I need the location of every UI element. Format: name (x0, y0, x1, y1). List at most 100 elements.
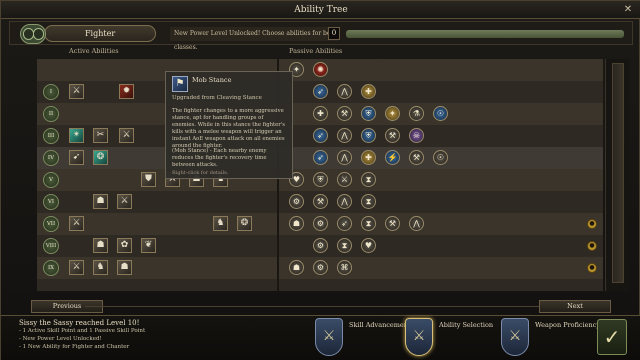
tier-badge: I (43, 84, 59, 100)
tier-row: VIII ☗ ✿ ❦ ⚙ ⧗ ♥ ● (37, 235, 603, 257)
ability-node-icon[interactable]: ⛨ (361, 128, 376, 143)
ability-node-icon[interactable]: ⚔ (117, 194, 132, 209)
ability-node-icon[interactable]: ⚔ (69, 260, 84, 275)
ability-node-icon[interactable]: ⚔ (337, 172, 352, 187)
second-class-bar[interactable] (346, 30, 624, 38)
ability-node-icon[interactable]: ⧗ (361, 216, 376, 231)
ability-node-icon[interactable]: ❦ (141, 238, 156, 253)
level-up-line: - 1 New Ability for Fighter and Chanter (19, 344, 130, 350)
ability-tree-window: Ability Tree ✕ Fighter New Power Level U… (0, 0, 640, 360)
tier-badge: II (43, 106, 59, 122)
ability-node-icon[interactable]: ✂ (93, 128, 108, 143)
ability-node-icon[interactable]: ⚒ (385, 216, 400, 231)
step-skill-advancement[interactable]: ⚔ Skill Advancement (315, 318, 411, 358)
ability-node-icon[interactable]: ⛨ (361, 106, 376, 121)
ability-node-icon[interactable]: ☉ (433, 106, 448, 121)
ability-node-icon[interactable]: ⚔ (69, 216, 84, 231)
level-up-title: Sissy the Sassy reached Level 10! (19, 319, 140, 327)
ability-node-icon[interactable]: ⚙ (313, 260, 328, 275)
ability-node-icon[interactable]: ⛊ (141, 172, 156, 187)
ability-node-icon[interactable]: ⚙ (313, 238, 328, 253)
ability-node-icon[interactable]: ⚡ (385, 150, 400, 165)
ability-node-icon[interactable]: ✴ (69, 128, 84, 143)
next-button[interactable]: Next (539, 300, 611, 313)
ability-node-icon[interactable]: ♞ (213, 216, 228, 231)
ability-node-icon[interactable]: ⚒ (337, 106, 352, 121)
window-title-text: Ability Tree (294, 5, 348, 15)
ability-node-icon[interactable]: ⌘ (337, 260, 352, 275)
ability-node-icon[interactable]: ➹ (69, 150, 84, 165)
close-icon[interactable]: ✕ (621, 3, 635, 17)
ability-node-icon[interactable]: ⋀ (409, 216, 424, 231)
column-headers: Active Abilities Passive Abilities (41, 45, 601, 57)
ability-node-icon[interactable]: ⚒ (409, 150, 424, 165)
ability-node-icon[interactable]: ☗ (93, 238, 108, 253)
ability-node-icon[interactable]: ❂ (237, 216, 252, 231)
tier-row: III ✴ ✂ ⚔ ➶ ⋀ ⛨ ⚒ ☠ (37, 125, 603, 147)
ability-node-icon[interactable]: ⧗ (361, 194, 376, 209)
step-weapon-proficiency[interactable]: ⚔ Weapon Proficiency (501, 318, 600, 358)
scrollbar-thumb[interactable] (612, 63, 624, 283)
ability-node-icon[interactable]: ⚗ (409, 106, 424, 121)
class-tab-label: Fighter (85, 29, 116, 38)
ability-node-icon[interactable]: ⛨ (313, 172, 328, 187)
ability-node-icon[interactable]: ➶ (313, 84, 328, 99)
step-label: Skill Advancement (349, 321, 411, 329)
ability-node-icon[interactable]: ✚ (313, 106, 328, 121)
ability-node-icon[interactable]: ➶ (313, 150, 328, 165)
tooltip-subtitle: Upgraded from Cleaving Stance (172, 95, 262, 101)
tier-row: II ✚ ⚒ ⛨ ✦ ⚗ ☉ (37, 103, 603, 125)
ability-node-icon[interactable]: ⚙ (313, 216, 328, 231)
ability-node-icon[interactable]: ⋀ (337, 150, 352, 165)
nav-divider (85, 306, 543, 307)
ability-node-icon[interactable]: ⚔ (119, 128, 134, 143)
mob-stance-icon: ⚑ (172, 76, 188, 92)
tier-row: IV ➹ ❂ ➶ ⋀ ✚ ⚡ ⚒ ☉ (37, 147, 603, 169)
ability-node-icon[interactable]: ⚒ (313, 194, 328, 209)
ability-node-icon[interactable]: ✚ (361, 84, 376, 99)
ability-node-icon[interactable]: ⚔ (69, 84, 84, 99)
tier-row (37, 279, 603, 291)
ability-node-icon[interactable]: ⋀ (337, 194, 352, 209)
ability-node-icon[interactable]: ➶ (337, 216, 352, 231)
ability-node-icon[interactable]: ☗ (117, 260, 132, 275)
ability-node-icon[interactable]: ♥ (361, 238, 376, 253)
ability-node-icon[interactable]: ⚙ (289, 194, 304, 209)
level-up-line: - New Power Level Unlocked! (19, 336, 102, 342)
ability-node-icon[interactable]: ✿ (117, 238, 132, 253)
ability-node-icon[interactable]: ☉ (433, 150, 448, 165)
lock-icon: ● (587, 219, 597, 229)
tier-badge: VI (43, 194, 59, 210)
ability-node-icon[interactable]: ✹ (119, 84, 134, 99)
ability-node-icon[interactable]: ⋀ (337, 128, 352, 143)
tier-row: I ⚔ ✹ ➶ ⋀ ✚ (37, 81, 603, 103)
ability-node-icon[interactable]: ☠ (409, 128, 424, 143)
ability-node-icon[interactable]: ❂ (93, 150, 108, 165)
ability-node-icon[interactable]: ⧗ (337, 238, 352, 253)
window-title: Ability Tree ✕ (1, 1, 640, 19)
tooltip-title: Mob Stance (192, 76, 232, 84)
ability-node-icon[interactable]: ✚ (361, 150, 376, 165)
ability-node-icon[interactable]: ✦ (385, 106, 400, 121)
ability-node-icon[interactable]: ☗ (93, 194, 108, 209)
class-tab-fighter[interactable]: Fighter (44, 25, 156, 42)
scrollbar[interactable] (605, 59, 629, 291)
active-abilities-header: Active Abilities (69, 47, 119, 55)
ability-node-icon[interactable]: ☗ (289, 260, 304, 275)
ability-node-icon[interactable]: ⚒ (385, 128, 400, 143)
ability-node-icon[interactable]: ✺ (313, 62, 328, 77)
tooltip-note: (Mob Stance) - Each nearby enemy reduces… (172, 148, 267, 168)
ability-grid: ✦ ✺ I ⚔ ✹ ➶ ⋀ ✚ II ✚ ⚒ ⛨ ✦ ⚗ ☉ III ✴ ✂ ⚔… (37, 59, 603, 291)
ability-node-icon[interactable]: ☗ (289, 216, 304, 231)
step-ability-selection[interactable]: ⚔ Ability Selection (405, 318, 497, 358)
ability-tooltip: ⚑ Mob Stance Upgraded from Cleaving Stan… (165, 71, 293, 179)
confirm-check-icon[interactable]: ✓ (597, 319, 627, 355)
class-toggle-icon[interactable] (20, 24, 46, 44)
lock-icon: ● (587, 263, 597, 273)
tier-badge: IX (43, 260, 59, 276)
ability-node-icon[interactable]: ⧗ (361, 172, 376, 187)
tier-badge: IV (43, 150, 59, 166)
ability-node-icon[interactable]: ⋀ (337, 84, 352, 99)
ability-node-icon[interactable]: ♞ (93, 260, 108, 275)
ability-node-icon[interactable]: ➶ (313, 128, 328, 143)
